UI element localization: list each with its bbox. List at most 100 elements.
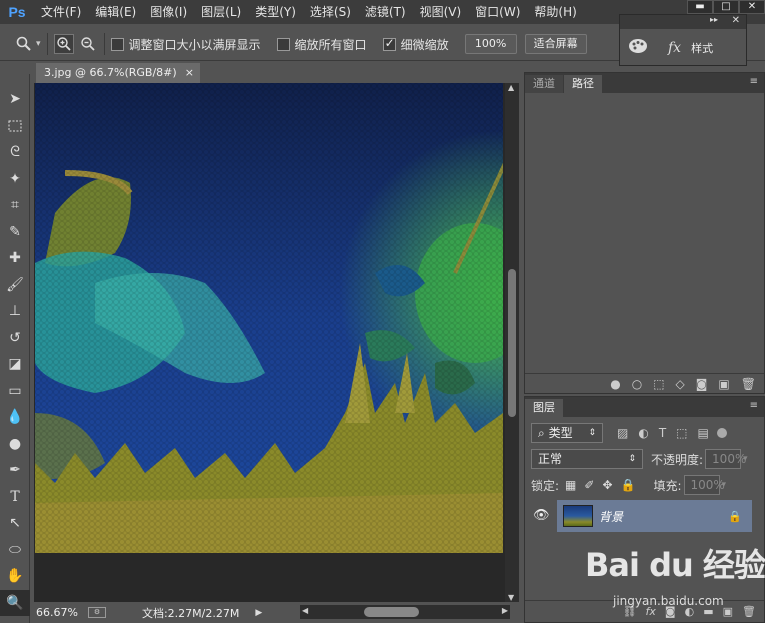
filter-pixel-icon[interactable]: ▨ <box>617 426 628 440</box>
fx-icon[interactable]: fx <box>668 40 681 56</box>
filter-toggle-icon[interactable] <box>716 428 727 438</box>
pen-tool-icon[interactable]: ✒ <box>0 457 30 484</box>
menu-view[interactable]: 视图(V) <box>413 0 469 24</box>
resize-window-checkbox[interactable] <box>110 37 124 51</box>
layer-name[interactable]: 背景 <box>599 508 623 525</box>
filter-smart-object-icon[interactable]: ▤ <box>698 426 709 440</box>
marquee-tool-icon[interactable] <box>0 113 30 140</box>
scrubby-zoom-option[interactable]: 细微缩放 <box>382 36 449 53</box>
panel-menu-icon[interactable]: ≡ <box>750 400 758 411</box>
panel-menu-icon[interactable]: ≡ <box>750 76 758 87</box>
fill-path-icon[interactable]: ● <box>610 377 620 391</box>
visibility-eye-icon[interactable]: 👁 <box>533 508 550 523</box>
stroke-path-icon[interactable]: ○ <box>632 377 642 391</box>
scroll-down-icon[interactable]: ▼ <box>508 593 514 602</box>
vertical-scroll-thumb[interactable] <box>508 269 516 417</box>
magic-wand-tool-icon[interactable]: ✦ <box>0 166 30 193</box>
fit-screen-button[interactable]: 适合屏幕 <box>524 34 587 54</box>
eyedropper-tool-icon[interactable]: ✎ <box>0 219 30 246</box>
menu-filter[interactable]: 滤镜(T) <box>358 0 413 24</box>
zoom-100-button[interactable]: 100% <box>464 34 517 54</box>
fill-input[interactable]: 100% <box>683 475 725 495</box>
layer-thumbnail[interactable] <box>563 505 593 527</box>
scroll-left-icon[interactable]: ◀ <box>302 606 308 615</box>
make-work-path-icon[interactable]: ◇ <box>676 377 685 391</box>
filter-type-icon[interactable]: T <box>659 426 666 440</box>
restore-button[interactable]: □ <box>713 0 739 14</box>
resize-window-option[interactable]: 调整窗口大小以满屏显示 <box>110 36 261 53</box>
zoom-in-icon[interactable] <box>53 34 74 54</box>
blend-mode-select[interactable]: 正常 ⇕ <box>531 449 643 469</box>
scrubby-zoom-checkbox[interactable] <box>382 36 396 51</box>
gradient-tool-icon[interactable]: ▭ <box>0 378 30 405</box>
add-mask-icon[interactable]: ◙ <box>696 377 708 391</box>
scroll-right-icon[interactable]: ▶ <box>502 606 508 615</box>
layer-filter-select[interactable]: ⌕ 类型 ⇕ <box>531 423 603 443</box>
toolbar-grip[interactable] <box>0 74 29 86</box>
vertical-scrollbar[interactable]: ▲ ▼ <box>505 83 519 602</box>
scroll-up-icon[interactable]: ▲ <box>508 83 514 92</box>
menu-select[interactable]: 选择(S) <box>303 0 358 24</box>
tab-paths[interactable]: 路径 <box>564 75 602 93</box>
zoom-all-option[interactable]: 缩放所有窗口 <box>276 36 367 53</box>
palette-icon[interactable] <box>628 38 648 58</box>
ellipse-tool-icon[interactable]: ⬭ <box>0 537 30 564</box>
proof-setup-icon[interactable]: ⚙ <box>87 607 106 618</box>
zoom-tool-icon[interactable] <box>14 34 34 54</box>
horizontal-scroll-thumb[interactable] <box>364 607 419 617</box>
collapse-icon[interactable]: ▸▸ <box>710 15 718 24</box>
lock-position-icon[interactable]: ✥ <box>602 478 612 492</box>
menu-file[interactable]: 文件(F) <box>34 0 88 24</box>
minimize-button[interactable]: ▬ <box>687 0 713 14</box>
document-image[interactable] <box>35 83 503 553</box>
tab-channels[interactable]: 通道 <box>525 75 563 93</box>
lasso-tool-icon[interactable]: ᘓ <box>0 139 30 166</box>
opacity-input[interactable]: 100% <box>705 449 746 469</box>
layer-row-background[interactable]: 背景 🔒 <box>557 500 752 532</box>
chevron-down-icon[interactable]: ▾ <box>722 480 727 490</box>
blur-tool-icon[interactable]: 💧 <box>0 404 30 431</box>
menu-window[interactable]: 窗口(W) <box>468 0 527 24</box>
close-button[interactable]: ✕ <box>739 0 765 14</box>
brush-tool-icon[interactable]: 🖌 <box>0 272 30 299</box>
clone-stamp-tool-icon[interactable]: ⊥ <box>0 298 30 325</box>
horizontal-scrollbar[interactable]: ◀ ▶ <box>300 605 510 619</box>
zoom-level[interactable]: 66.67% <box>36 606 78 619</box>
lock-all-icon[interactable]: 🔒 <box>621 478 636 492</box>
opacity-label: 不透明度: <box>651 452 704 467</box>
menu-layer[interactable]: 图层(L) <box>194 0 248 24</box>
load-selection-icon[interactable]: ⬚ <box>653 377 664 391</box>
new-path-icon[interactable]: ▣ <box>718 377 729 391</box>
styles-label[interactable]: 样式 <box>691 40 713 56</box>
tab-close-icon[interactable]: × <box>185 63 194 83</box>
status-menu-arrow-icon[interactable]: ▶ <box>255 608 262 618</box>
tool-preset-chevron-icon[interactable]: ▾ <box>36 39 41 49</box>
zoom-tool-active-icon[interactable]: 🔍 <box>0 589 30 616</box>
crop-tool-icon[interactable]: ⌗ <box>0 192 30 219</box>
move-tool-icon[interactable]: ➤ <box>0 86 30 113</box>
hand-tool-icon[interactable]: ✋ <box>0 563 30 590</box>
menu-type[interactable]: 类型(Y) <box>248 0 303 24</box>
healing-brush-tool-icon[interactable]: ✚ <box>0 245 30 272</box>
lock-transparent-icon[interactable]: ▦ <box>565 478 576 492</box>
delete-path-icon[interactable]: 🗑 <box>741 377 756 391</box>
filter-shape-icon[interactable]: ⬚ <box>676 426 687 440</box>
floating-panel-header[interactable]: ✕ ▸▸ <box>620 15 746 29</box>
tab-layers[interactable]: 图层 <box>525 399 563 417</box>
history-brush-tool-icon[interactable]: ↺ <box>0 325 30 352</box>
menu-edit[interactable]: 编辑(E) <box>88 0 143 24</box>
lock-pixels-icon[interactable]: ✐ <box>584 478 594 492</box>
path-selection-tool-icon[interactable]: ↖ <box>0 510 30 537</box>
dodge-tool-icon[interactable]: ● <box>0 431 30 458</box>
type-tool-icon[interactable]: T <box>0 484 30 511</box>
zoom-all-checkbox[interactable] <box>276 37 290 51</box>
zoom-out-icon[interactable] <box>78 34 98 54</box>
menu-image[interactable]: 图像(I) <box>143 0 194 24</box>
canvas-area[interactable] <box>34 83 505 602</box>
chevron-down-icon[interactable]: ▾ <box>743 454 748 464</box>
filter-adjustment-icon[interactable]: ◐ <box>638 426 648 440</box>
close-icon[interactable]: ✕ <box>732 15 740 26</box>
document-tab[interactable]: 3.jpg @ 66.7%(RGB/8#) * × <box>36 63 200 99</box>
eraser-tool-icon[interactable]: ◪ <box>0 351 30 378</box>
menu-help[interactable]: 帮助(H) <box>527 0 583 24</box>
